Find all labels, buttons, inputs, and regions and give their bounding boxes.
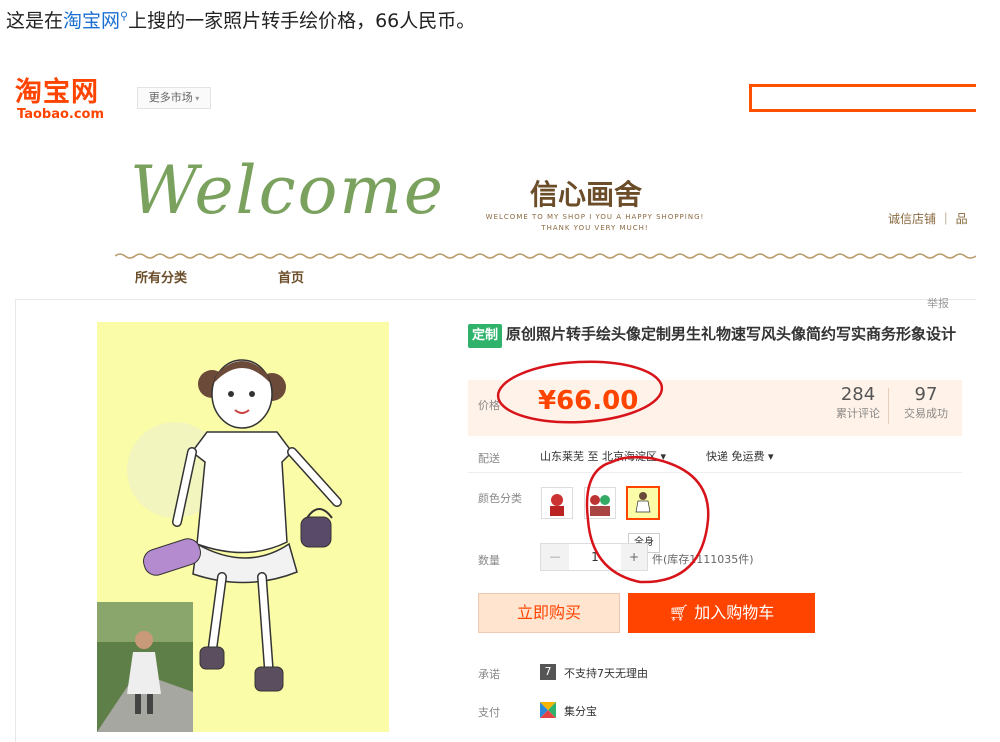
option-annotation-circle <box>585 455 710 584</box>
annotation-overlay <box>496 360 710 584</box>
price-annotation-circle <box>496 360 664 424</box>
